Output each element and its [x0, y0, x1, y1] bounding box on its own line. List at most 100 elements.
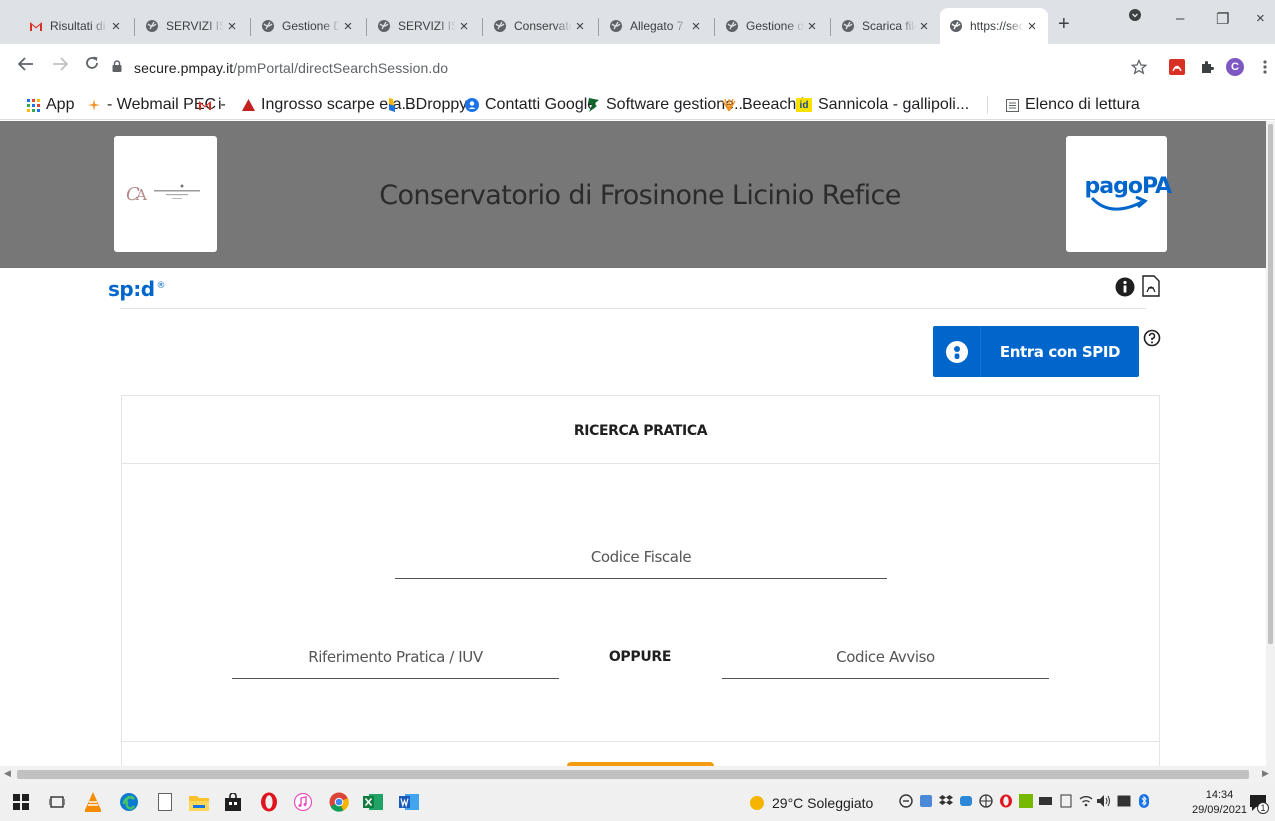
nvidia-icon[interactable]	[1018, 793, 1033, 808]
acrobat-extension-icon[interactable]	[1168, 58, 1186, 76]
lock-icon	[112, 59, 124, 77]
bookmark-apps[interactable]: App	[26, 96, 74, 114]
restore-button[interactable]: ❐	[1216, 10, 1229, 28]
reading-list-label: Elenco di lettura	[1025, 96, 1140, 113]
spid-row	[0, 268, 1266, 309]
tab-close-icon[interactable]: ×	[1024, 18, 1040, 35]
store-icon[interactable]	[222, 791, 244, 813]
close-window-button[interactable]: ×	[1256, 10, 1265, 27]
tab-close-icon[interactable]: ×	[916, 18, 932, 35]
tab-close-icon[interactable]: ×	[108, 18, 124, 35]
vpn-icon[interactable]	[978, 793, 993, 808]
notification-center-icon[interactable]: 1	[1247, 792, 1269, 814]
tab-2[interactable]: Gestione D ×	[252, 8, 364, 44]
tab-label: Gestione d	[746, 19, 804, 33]
tab-close-icon[interactable]: ×	[224, 18, 240, 35]
tab-8-active[interactable]: https://sec ×	[940, 8, 1048, 44]
tab-7[interactable]: Scarica file ×	[832, 8, 940, 44]
bookmark-bdroppy[interactable]: BDroppy	[385, 96, 467, 114]
tab-close-icon[interactable]: ×	[572, 18, 588, 35]
codice-fiscale-input[interactable]	[395, 546, 887, 579]
reload-icon[interactable]	[84, 55, 100, 76]
bookmark-star-icon[interactable]	[1130, 58, 1148, 76]
task-view-icon[interactable]	[46, 791, 68, 813]
tray-network-drive-icon[interactable]	[918, 793, 933, 808]
riferimento-pratica-iuv-input[interactable]	[232, 646, 559, 679]
scroll-right-arrow-icon[interactable]: ▶	[1262, 768, 1269, 779]
entra-con-spid-button[interactable]: Entra con SPID	[933, 326, 1139, 377]
volume-icon[interactable]	[1096, 793, 1111, 808]
tab-5[interactable]: Allegato 7 ×	[600, 8, 712, 44]
wifi-icon[interactable]	[1078, 793, 1093, 808]
spid-logo: sp:d ®	[108, 277, 166, 301]
menu-kebab-icon[interactable]	[1256, 58, 1274, 76]
itunes-icon[interactable]	[292, 791, 314, 813]
pagopa-logo-mark: pagoPA	[1082, 170, 1172, 218]
vlc-icon[interactable]	[82, 791, 104, 813]
keyboard-layout-icon[interactable]	[1116, 793, 1131, 808]
excel-icon[interactable]	[362, 791, 384, 813]
tab-separator	[830, 18, 831, 36]
opera-tray-icon[interactable]	[998, 793, 1013, 808]
bookmark-label: Sannicola - gallipoli...	[818, 96, 970, 113]
vertical-scroll-thumb[interactable]	[1268, 124, 1273, 644]
info-icon[interactable]	[1115, 277, 1135, 297]
bookmark-sannicola[interactable]: id Sannicola - gallipoli...	[796, 96, 969, 114]
header-divider	[120, 308, 1146, 309]
bookmark-label: i	[218, 96, 222, 113]
help-question-icon[interactable]	[1143, 329, 1161, 347]
pagopa-logo[interactable]: pagoPA	[1066, 136, 1172, 252]
reading-list-button[interactable]: Elenco di lettura	[1005, 96, 1140, 114]
system-clock[interactable]: 14:34 29/09/2021	[1192, 788, 1247, 818]
tray-blue-app-icon[interactable]	[958, 793, 973, 808]
bookmark-contatti-google[interactable]: Contatti Google	[465, 96, 596, 114]
edge-icon[interactable]	[118, 791, 140, 813]
tab-close-icon[interactable]: ×	[688, 18, 704, 35]
forward-arrow-icon[interactable]	[52, 56, 69, 76]
pdf-document-icon[interactable]	[1142, 275, 1160, 297]
codice-avviso-input[interactable]	[722, 646, 1049, 679]
conservatorio-logo[interactable]: C A	[114, 136, 217, 252]
scroll-left-arrow-icon[interactable]: ◀	[4, 768, 11, 779]
windows-start-icon[interactable]	[10, 791, 32, 813]
tab-0[interactable]: Risultati di ×	[20, 8, 132, 44]
profile-avatar[interactable]: C	[1226, 58, 1244, 76]
url-path: /pmPortal/directSearchSession.do	[233, 60, 449, 76]
tab-4[interactable]: Conservato ×	[484, 8, 596, 44]
tab-1[interactable]: SERVIZI ISS ×	[136, 8, 248, 44]
bluetooth-icon[interactable]	[1136, 793, 1151, 808]
tray-battery-app-icon[interactable]	[1038, 793, 1053, 808]
back-arrow-icon[interactable]	[17, 56, 34, 76]
ricerca-pratica-panel	[121, 395, 1160, 775]
bookmark-gmail[interactable]: i	[198, 96, 222, 114]
tab-3[interactable]: SERVIZI ISS ×	[368, 8, 480, 44]
spid-wordmark: sp:d	[108, 277, 155, 301]
tab-label: Conservato	[514, 19, 572, 33]
dropbox-icon[interactable]	[938, 793, 953, 808]
extensions-puzzle-icon[interactable]	[1198, 58, 1216, 76]
tab-close-icon[interactable]: ×	[340, 18, 356, 35]
file-explorer-icon[interactable]	[188, 791, 210, 813]
panel-title: RICERCA PRATICA	[573, 423, 708, 439]
minimize-button[interactable]: –	[1176, 10, 1184, 27]
address-bar[interactable]: secure.pmpay.it/pmPortal/directSearchSes…	[112, 54, 967, 82]
weather-widget[interactable]: 29°C Soleggiato	[750, 795, 873, 811]
tray-usb-icon[interactable]	[1058, 793, 1073, 808]
tray-app-icon[interactable]	[898, 793, 913, 808]
bookmark-label: App	[46, 96, 75, 113]
tab-search-icon[interactable]	[1128, 8, 1146, 26]
horizontal-scroll-thumb[interactable]	[17, 770, 1249, 779]
tab-close-icon[interactable]: ×	[804, 18, 820, 35]
globe-icon	[948, 18, 964, 34]
bdroppy-icon	[385, 98, 399, 112]
globe-icon	[840, 18, 856, 34]
notepad-icon[interactable]	[154, 791, 176, 813]
chrome-icon[interactable]	[328, 791, 350, 813]
tab-close-icon[interactable]: ×	[456, 18, 472, 35]
new-tab-button[interactable]: +	[1058, 13, 1070, 36]
conservatorio-logo-image: C A	[126, 184, 200, 205]
word-icon[interactable]	[398, 791, 420, 813]
opera-icon[interactable]	[258, 791, 280, 813]
tab-6[interactable]: Gestione d ×	[716, 8, 828, 44]
beeach-icon	[722, 98, 736, 112]
